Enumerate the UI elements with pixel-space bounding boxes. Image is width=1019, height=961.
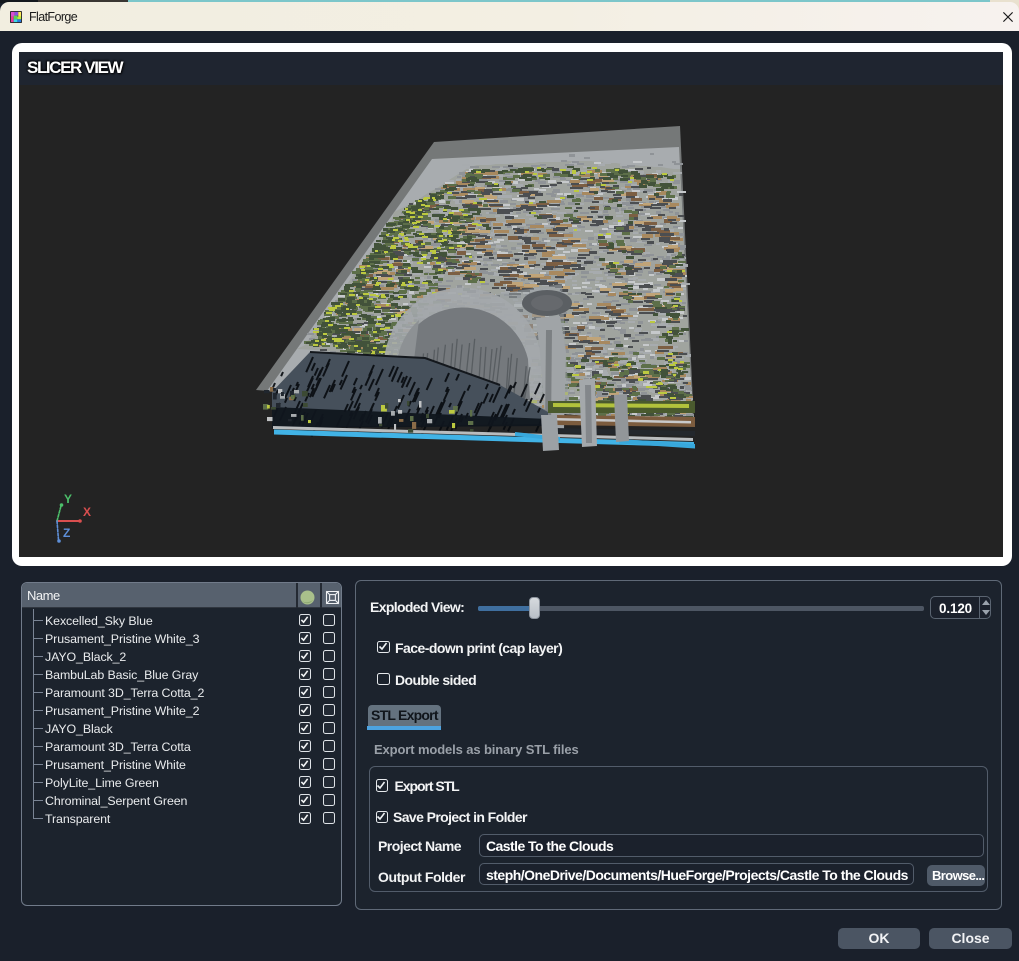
svg-text:X: X xyxy=(83,505,91,519)
svg-text:Y: Y xyxy=(64,492,72,506)
svg-text:Z: Z xyxy=(63,526,70,540)
